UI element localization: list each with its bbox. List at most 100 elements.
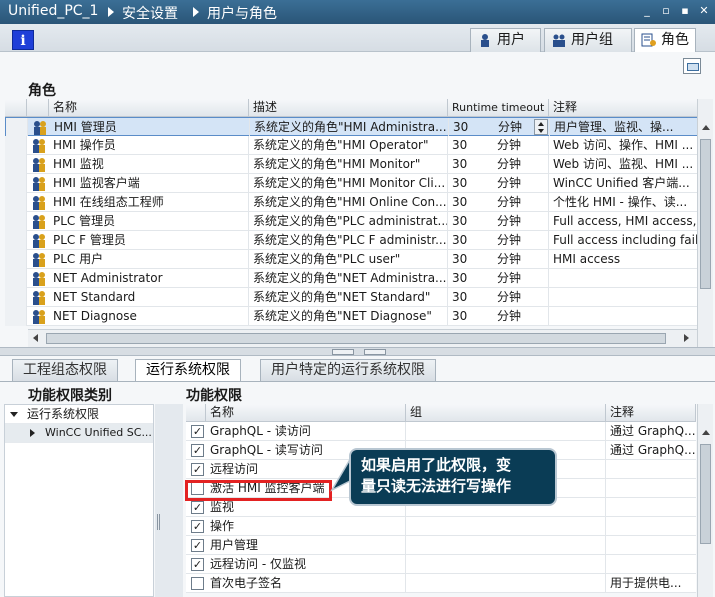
scroll-thumb[interactable]: [46, 333, 666, 344]
role-name[interactable]: HMI 在线组态工程师: [49, 193, 249, 212]
role-comment[interactable]: 用户管理、监视、操...: [550, 118, 699, 137]
role-name[interactable]: NET Diagnose: [49, 307, 249, 326]
column-comment[interactable]: 注释: [549, 99, 698, 117]
permission-comment[interactable]: [606, 498, 696, 517]
permission-row[interactable]: ✓ 远程访问 - 仅监视: [186, 555, 696, 574]
permission-checkbox[interactable]: ✓: [191, 520, 204, 533]
row-header[interactable]: [5, 193, 27, 212]
column-runtime-timeout[interactable]: Runtime timeout: [448, 99, 549, 117]
collapse-icon[interactable]: [30, 429, 35, 437]
permission-group[interactable]: [406, 536, 606, 555]
permission-row[interactable]: ✓ 操作: [186, 517, 696, 536]
permission-row[interactable]: ✓ GraphQL - 读访问 通过 GraphQ...: [186, 422, 696, 441]
tab-runtime-rights[interactable]: 运行系统权限: [135, 359, 241, 382]
permission-group[interactable]: [406, 422, 606, 441]
permission-row[interactable]: ✓ 用户管理: [186, 536, 696, 555]
row-header[interactable]: [5, 155, 27, 174]
row-header[interactable]: [5, 231, 27, 250]
permission-name[interactable]: 远程访问 - 仅监视: [206, 555, 406, 574]
permission-name[interactable]: 用户管理: [206, 536, 406, 555]
table-row[interactable]: PLC 管理员 系统定义的角色"PLC administrat... 30 分钟 Ful…: [5, 212, 698, 231]
role-comment[interactable]: Full access including fail...: [549, 231, 698, 250]
breadcrumb-project[interactable]: Unified_PC_1: [8, 3, 98, 19]
permission-comment[interactable]: 通过 GraphQ...: [606, 422, 696, 441]
table-row[interactable]: PLC F 管理员 系统定义的角色"PLC F administr... 30 分钟 F…: [5, 231, 698, 250]
role-description[interactable]: 系统定义的角色"PLC administrat...: [249, 212, 448, 231]
export-icon[interactable]: [683, 58, 701, 74]
role-name[interactable]: NET Standard: [49, 288, 249, 307]
permission-checkbox[interactable]: ✓: [191, 539, 204, 552]
perm-column-name[interactable]: 名称: [206, 404, 406, 422]
row-header[interactable]: [5, 212, 27, 231]
perm-column-group[interactable]: 组: [406, 404, 606, 422]
role-description[interactable]: 系统定义的角色"HMI Administra...: [250, 118, 449, 137]
scroll-thumb[interactable]: [700, 444, 711, 544]
role-description[interactable]: 系统定义的角色"HMI Online Con...: [249, 193, 448, 212]
role-comment[interactable]: [549, 288, 698, 307]
role-name[interactable]: HMI 管理员: [50, 118, 250, 137]
permission-checkbox[interactable]: ✓: [191, 501, 204, 514]
role-comment[interactable]: Web 访问、监视、HMI ...: [549, 155, 698, 174]
role-name[interactable]: HMI 操作员: [49, 136, 249, 155]
minimize-icon[interactable]: _: [640, 4, 654, 18]
role-description[interactable]: 系统定义的角色"NET Diagnose": [249, 307, 448, 326]
table-row[interactable]: NET Diagnose 系统定义的角色"NET Diagnose" 30 分钟: [5, 307, 698, 326]
permission-comment[interactable]: [606, 479, 696, 498]
permission-group[interactable]: [406, 574, 606, 593]
role-name[interactable]: HMI 监视: [49, 155, 249, 174]
tab-roles[interactable]: 角色: [634, 28, 696, 53]
role-name[interactable]: PLC 用户: [49, 250, 249, 269]
collapse-up-icon[interactable]: [332, 349, 354, 355]
table-row[interactable]: PLC 用户 系统定义的角色"PLC user" 30 分钟 HMI access: [5, 250, 698, 269]
table-row[interactable]: HMI 监视 系统定义的角色"HMI Monitor" 30 分钟 Web 访问、监视、…: [5, 155, 698, 174]
roles-vertical-scrollbar[interactable]: [697, 99, 713, 381]
scroll-left-icon[interactable]: [33, 334, 38, 342]
role-description[interactable]: 系统定义的角色"PLC user": [249, 250, 448, 269]
role-name[interactable]: NET Administrator: [49, 269, 249, 288]
info-icon[interactable]: i: [12, 30, 34, 50]
scroll-up-icon[interactable]: [702, 125, 710, 130]
restore-icon[interactable]: ▫: [659, 4, 673, 18]
role-description[interactable]: 系统定义的角色"PLC F administr...: [249, 231, 448, 250]
collapse-down-icon[interactable]: [364, 349, 386, 355]
role-comment[interactable]: WinCC Unified 客户端...: [549, 174, 698, 193]
row-header[interactable]: [6, 118, 28, 137]
row-header[interactable]: [5, 136, 27, 155]
column-description[interactable]: 描述: [249, 99, 448, 117]
permission-comment[interactable]: [606, 517, 696, 536]
column-name[interactable]: 名称: [49, 99, 249, 117]
permission-checkbox[interactable]: ✓: [191, 444, 204, 457]
role-comment[interactable]: HMI access: [549, 250, 698, 269]
permission-checkbox[interactable]: ✓: [191, 463, 204, 476]
role-name[interactable]: PLC F 管理员: [49, 231, 249, 250]
scroll-right-icon[interactable]: [684, 334, 689, 342]
role-description[interactable]: 系统定义的角色"NET Standard": [249, 288, 448, 307]
role-comment[interactable]: Web 访问、操作、HMI ...: [549, 136, 698, 155]
permission-checkbox[interactable]: [191, 577, 204, 590]
permission-name[interactable]: 操作: [206, 517, 406, 536]
row-header[interactable]: [5, 307, 27, 326]
splitter-grip-icon[interactable]: [157, 514, 160, 530]
perm-column-comment[interactable]: 注释: [606, 404, 696, 422]
role-description[interactable]: 系统定义的角色"HMI Monitor Cli...: [249, 174, 448, 193]
table-row[interactable]: NET Standard 系统定义的角色"NET Standard" 30 分钟: [5, 288, 698, 307]
float-icon[interactable]: ▪: [678, 4, 692, 18]
role-description[interactable]: 系统定义的角色"HMI Monitor": [249, 155, 448, 174]
row-header[interactable]: [5, 174, 27, 193]
permission-group[interactable]: [406, 555, 606, 574]
permission-name[interactable]: 首次电子签名: [206, 574, 406, 593]
table-row[interactable]: HMI 管理员 系统定义的角色"HMI Administra... 30 分钟 用户管理…: [5, 117, 699, 137]
role-description[interactable]: 系统定义的角色"HMI Operator": [249, 136, 448, 155]
permissions-scrollbar[interactable]: [697, 404, 713, 597]
tab-engineering-rights[interactable]: 工程组态权限: [12, 359, 118, 381]
permission-name[interactable]: GraphQL - 读访问: [206, 422, 406, 441]
row-header[interactable]: [5, 250, 27, 269]
row-header[interactable]: [5, 269, 27, 288]
role-description[interactable]: 系统定义的角色"NET Administra...: [249, 269, 448, 288]
permission-comment[interactable]: 通过 GraphQ...: [606, 441, 696, 460]
role-comment[interactable]: 个性化 HMI - 操作、读...: [549, 193, 698, 212]
table-row[interactable]: HMI 操作员 系统定义的角色"HMI Operator" 30 分钟 Web 访问、操…: [5, 136, 698, 155]
close-icon[interactable]: ✕: [697, 4, 711, 18]
panel-splitter[interactable]: [0, 347, 715, 356]
permission-comment[interactable]: 用于提供电...: [606, 574, 696, 593]
